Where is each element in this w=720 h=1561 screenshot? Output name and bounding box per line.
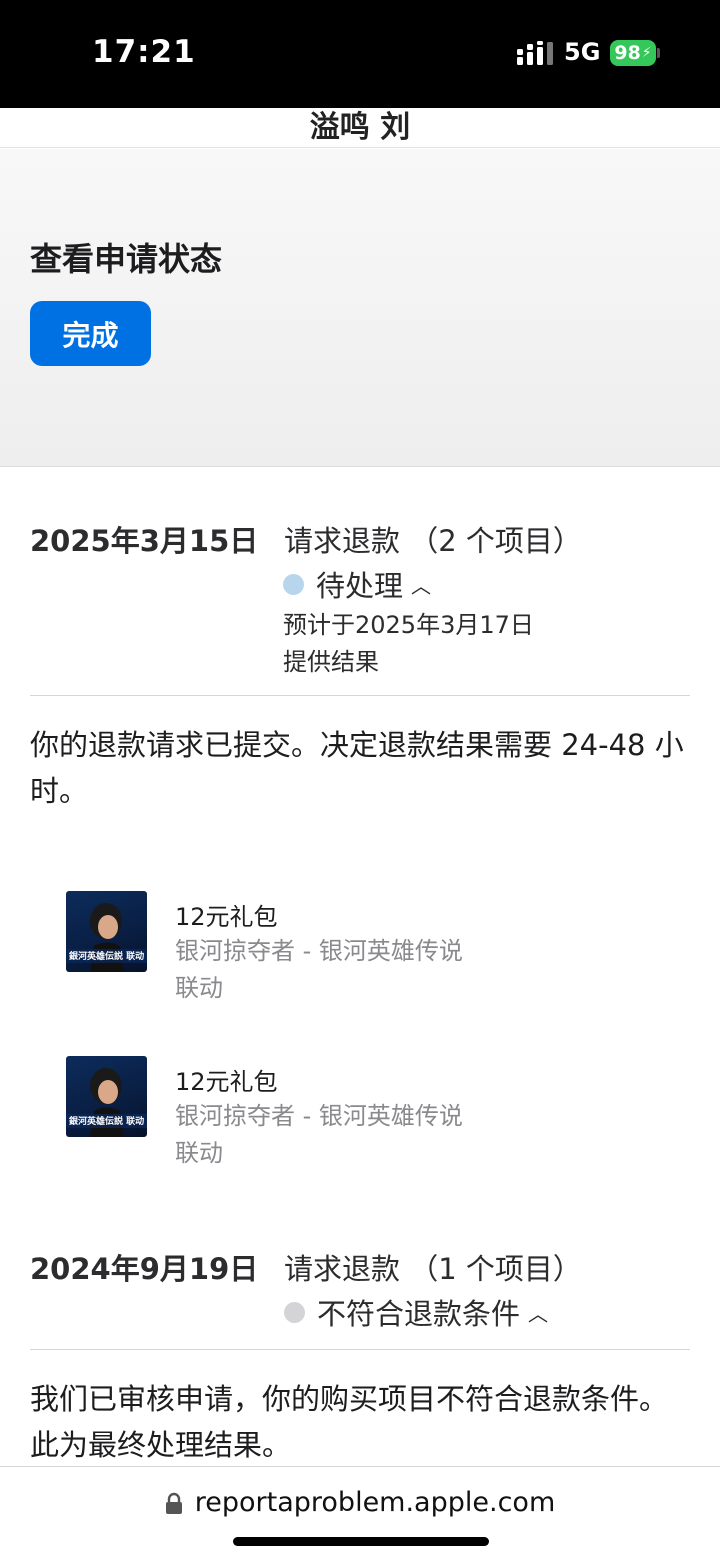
battery-cap: [657, 48, 660, 58]
request-title: 请求退款 （2 个项目）: [284, 524, 582, 558]
eta-line-1: 预计于2025年3月17日: [283, 611, 534, 639]
home-indicator[interactable]: [233, 1537, 489, 1546]
item-name: 12元礼包: [175, 1068, 278, 1096]
status-dot-pending: [283, 573, 304, 595]
chevron-up-icon: ︿: [528, 1301, 549, 1326]
url-text: reportaproblem.apple.com: [194, 1487, 556, 1518]
clock: 17:21: [92, 34, 196, 70]
item-app-line-2: 联动: [175, 1139, 223, 1167]
request-date: 2025年3月15日: [30, 524, 259, 558]
request-message: 我们已审核申请，你的购买项目不符合退款条件。此为最终处理结果。: [30, 1382, 669, 1462]
eta-line-2: 提供结果: [283, 648, 379, 676]
status-panel: 查看申请状态 完成: [0, 149, 720, 467]
done-button[interactable]: 完成: [30, 301, 151, 366]
item-app-line-2: 联动: [175, 974, 223, 1002]
network-type: 5G: [564, 38, 601, 66]
status-label: 不符合退款条件: [317, 1297, 521, 1331]
page-title: 查看申请状态: [30, 240, 223, 278]
browser-address-bar[interactable]: reportaproblem.apple.com: [0, 1466, 720, 1561]
app-thumbnail: 銀河英雄伝説 联动: [66, 891, 147, 972]
account-name: 溢鸣 刘: [309, 110, 411, 145]
account-name-header: 溢鸣 刘: [0, 108, 720, 148]
url-display[interactable]: reportaproblem.apple.com: [0, 1487, 720, 1518]
list-item: 銀河英雄伝説 联动 12元礼包 银河掠夺者 - 银河英雄传说 联动: [66, 891, 686, 1011]
request-date: 2024年9月19日: [30, 1252, 259, 1286]
divider: [30, 695, 690, 696]
item-app-line-1: 银河掠夺者 - 银河英雄传说: [175, 1102, 463, 1130]
thumb-caption: 銀河英雄伝説 联动: [69, 952, 145, 962]
charging-bolt-icon: ⚡: [641, 45, 652, 61]
request-message: 你的退款请求已提交。决定退款结果需要 24-48 小时。: [30, 728, 684, 808]
item-name: 12元礼包: [175, 903, 278, 931]
battery-icon: 98 ⚡: [610, 40, 656, 66]
item-app: 银河掠夺者 - 银河英雄传说 联动: [175, 1098, 505, 1172]
thumb-caption: 銀河英雄伝説 联动: [69, 1117, 145, 1127]
item-app: 银河掠夺者 - 银河英雄传说 联动: [175, 933, 505, 1007]
status-label: 待处理: [316, 569, 404, 603]
battery-level: 98: [614, 42, 641, 64]
status-bar: 17:21 5G 98 ⚡: [0, 0, 720, 108]
request-status-toggle[interactable]: 不符合退款条件 ︿: [284, 1291, 548, 1333]
item-app-line-1: 银河掠夺者 - 银河英雄传说: [175, 937, 463, 965]
eta-text: 预计于2025年3月17日 提供结果: [283, 607, 534, 681]
list-item: 銀河英雄伝説 联动 12元礼包 银河掠夺者 - 银河英雄传说 联动: [66, 1056, 686, 1176]
request-title: 请求退款 （1 个项目）: [284, 1252, 582, 1286]
lock-icon: [165, 1492, 182, 1514]
cellular-signal-icon: [517, 41, 553, 65]
app-thumbnail: 銀河英雄伝説 联动: [66, 1056, 147, 1137]
divider: [30, 1349, 690, 1350]
request-status-toggle[interactable]: 待处理 ︿: [283, 563, 431, 605]
status-dot-ineligible: [284, 1301, 305, 1323]
chevron-up-icon: ︿: [411, 573, 432, 598]
